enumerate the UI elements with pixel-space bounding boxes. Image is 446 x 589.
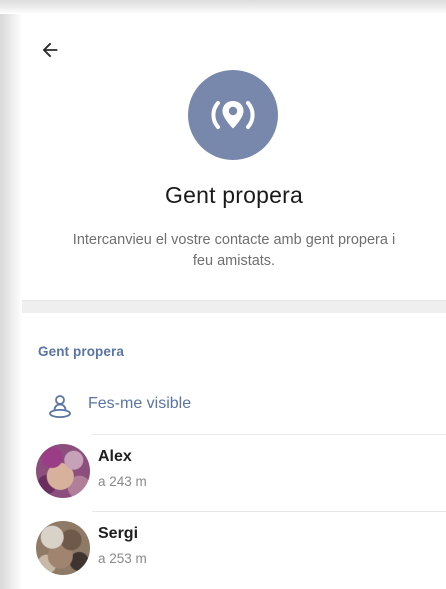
page-subtitle: Intercanvieu el vostre contacte amb gent… <box>72 232 396 269</box>
person-distance: a 243 m <box>98 474 147 489</box>
list-item-person[interactable]: Sergi a 253 m <box>22 511 446 587</box>
nearby-people-screen: Gent propera Intercanvieu el vostre cont… <box>22 14 446 589</box>
person-name: Sergi <box>98 525 139 542</box>
frame-top-shadow <box>0 0 446 14</box>
section-divider <box>22 300 446 313</box>
avatar <box>36 444 90 498</box>
person-location-icon <box>49 395 71 418</box>
back-button[interactable] <box>32 32 68 68</box>
list-item-person[interactable]: Alex a 243 m <box>22 434 446 510</box>
location-pin-icon <box>211 101 255 129</box>
make-me-visible-label: Fes-me visible <box>88 395 192 412</box>
section-header-nearby: Gent propera <box>38 344 124 359</box>
make-me-visible-button[interactable]: Fes-me visible <box>22 380 446 432</box>
avatar <box>36 521 90 575</box>
person-distance: a 253 m <box>98 551 147 566</box>
page-title: Gent propera <box>165 182 303 208</box>
arrow-left-icon <box>42 42 58 58</box>
person-name: Alex <box>98 448 132 465</box>
location-hero-icon <box>188 70 278 160</box>
